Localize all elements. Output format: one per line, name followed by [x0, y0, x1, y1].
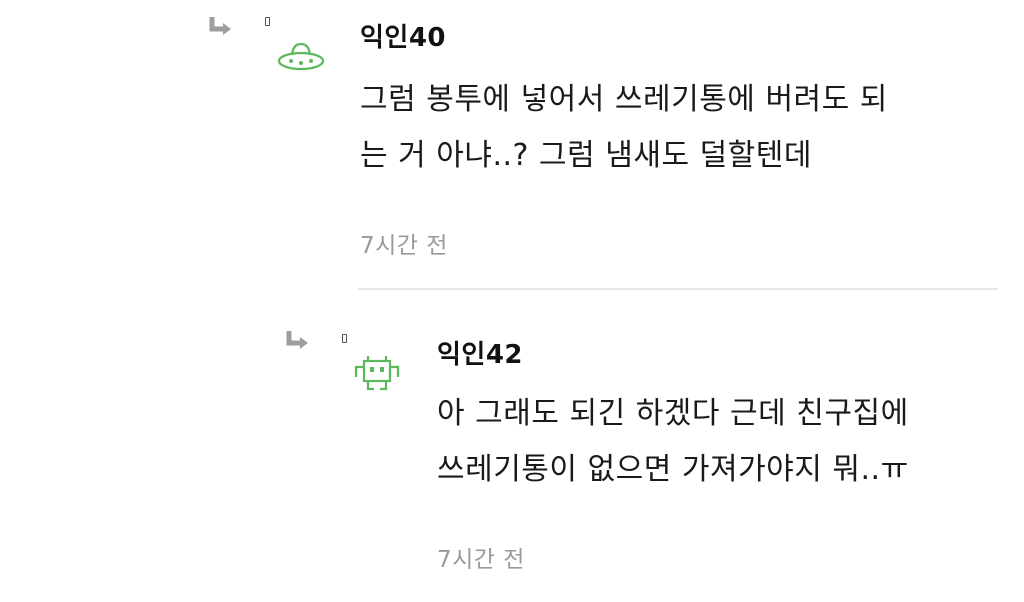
- comment-time: 7시간 전: [360, 233, 448, 259]
- badge-icon: [342, 334, 347, 343]
- space-invader-icon[interactable]: [352, 353, 402, 393]
- reply-arrow-icon: [209, 17, 231, 35]
- ufo-icon[interactable]: [276, 40, 326, 74]
- badge-icon: [265, 17, 270, 26]
- comment-body: 아 그래도 되긴 하겠다 근데 친구집에 쓰레기통이 없으면 가져가야지 뭐..…: [437, 396, 909, 487]
- comment-time: 7시간 전: [437, 547, 525, 573]
- comment-author[interactable]: 익인40: [360, 17, 446, 54]
- comment-author[interactable]: 익인42: [437, 334, 523, 371]
- comment-divider: [358, 288, 998, 290]
- comment-body: 그럼 봉투에 넣어서 쓰레기통에 버려도 되 는 거 아냐..? 그럼 냄새도 …: [360, 82, 888, 173]
- reply-arrow-icon: [286, 331, 308, 349]
